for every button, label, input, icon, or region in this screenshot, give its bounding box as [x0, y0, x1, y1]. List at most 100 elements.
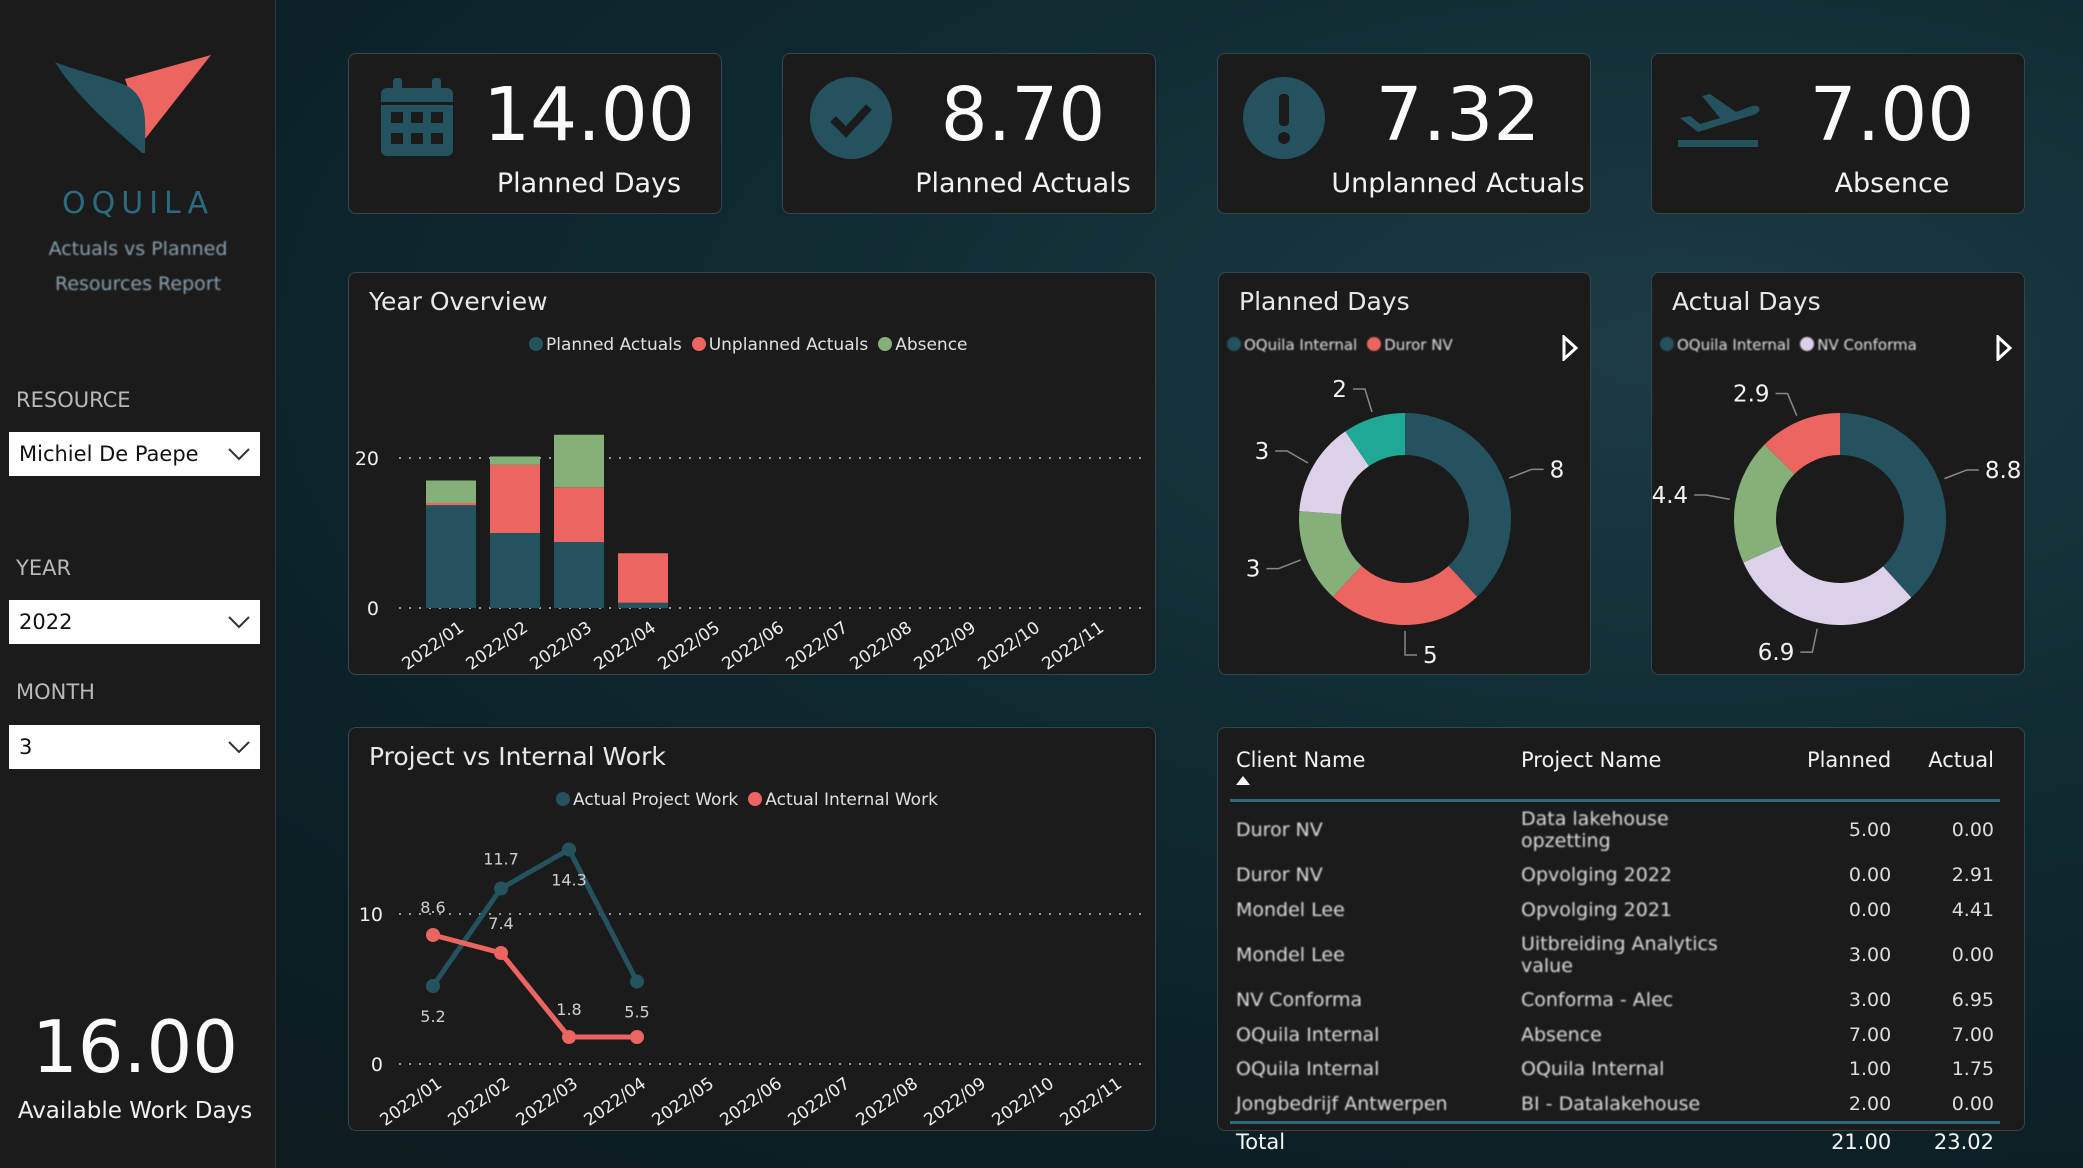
- project-name-cell: OQuila Internal: [1521, 1058, 1665, 1081]
- project-table: Client Name Project Name Planned Actual …: [1230, 736, 2000, 1160]
- table-row[interactable]: Jongbedrijf Antwerpen BI - Datalakehouse 2…: [1230, 1087, 2000, 1123]
- year-label: YEAR: [16, 556, 72, 580]
- total-planned: 21.00: [1770, 1120, 1898, 1160]
- year-value: 2022: [19, 610, 73, 634]
- bar-segment: [554, 487, 604, 542]
- kpi-card-planned-actuals: 8.70 Planned Actuals: [782, 53, 1156, 214]
- leader-line: [1404, 631, 1417, 656]
- x-tick-label: 2022/04: [591, 618, 660, 675]
- planned-cell: 2.00: [1848, 1092, 1892, 1115]
- x-tick-label: 2022/10: [975, 618, 1044, 675]
- table-row[interactable]: Mondel Lee Opvolging 2021 0.00 4.41: [1230, 893, 2000, 928]
- column-header-project[interactable]: Project Name: [1515, 736, 1770, 802]
- kpi-card-absence: 7.00 Absence: [1651, 53, 2025, 214]
- data-label: 3: [1246, 557, 1261, 583]
- planned-cell: 0.00: [1848, 864, 1892, 887]
- leader-line: [1352, 388, 1373, 413]
- project-name-cell: Conforma - Alec: [1521, 989, 1674, 1012]
- exclamation-circle-icon: [1243, 77, 1325, 159]
- y-tick-label: 20: [355, 448, 379, 470]
- kpi-label: Absence: [1834, 168, 1950, 199]
- project-name-cell: BI - Datalakehouse: [1521, 1092, 1701, 1115]
- leader-line: [1800, 628, 1818, 653]
- client-name-cell: Jongbedrijf Antwerpen: [1236, 1092, 1448, 1115]
- bar-segment: [490, 533, 540, 608]
- table-total-row: Total 21.00 23.02: [1230, 1120, 2000, 1160]
- donut-slice: [1405, 413, 1511, 597]
- leader-line: [1944, 469, 1979, 480]
- leader-line: [1775, 392, 1798, 416]
- leader-line: [1275, 450, 1309, 464]
- x-tick-label: 2022/07: [785, 1074, 854, 1131]
- column-header-planned[interactable]: Planned: [1770, 736, 1898, 802]
- client-name-cell: OQuila Internal: [1236, 1023, 1380, 1046]
- actual-cell: 6.95: [1951, 989, 1994, 1012]
- data-label: 8.8: [1985, 458, 2022, 484]
- x-tick-label: 2022/10: [989, 1074, 1058, 1131]
- kpi-value: 7.32: [1375, 72, 1541, 158]
- client-name-cell: OQuila Internal: [1236, 1058, 1380, 1081]
- x-tick-label: 2022/07: [783, 618, 852, 675]
- report-subtitle: Actuals vs Planned: [48, 238, 228, 260]
- sort-ascending-icon: [1236, 776, 1250, 785]
- table-row[interactable]: OQuila Internal Absence 7.00 7.00: [1230, 1018, 2000, 1053]
- donut-slice: [1332, 565, 1478, 625]
- donut-slice: [1840, 413, 1946, 598]
- data-point: [426, 928, 440, 942]
- table-row[interactable]: NV Conforma Conforma - Alec 3.00 6.95: [1230, 983, 2000, 1018]
- data-label: 5: [1423, 643, 1438, 669]
- kpi-label: Planned Days: [496, 168, 682, 199]
- year-overview-chart: 0202022/012022/022022/032022/042022/0520…: [355, 434, 1144, 675]
- month-dropdown[interactable]: 3: [9, 725, 260, 769]
- x-tick-label: 2022/09: [921, 1074, 990, 1131]
- report-subtitle-2: Resources Report: [54, 273, 222, 295]
- column-header-client[interactable]: Client Name: [1230, 736, 1515, 802]
- resource-dropdown[interactable]: Michiel De Paepe: [9, 432, 260, 476]
- column-header-actual[interactable]: Actual: [1897, 736, 2000, 802]
- x-tick-label: 2022/05: [655, 618, 724, 675]
- data-label: 2.9: [1733, 382, 1770, 408]
- check-circle-icon: [810, 77, 892, 159]
- x-tick-label: 2022/09: [911, 618, 980, 675]
- client-name-cell: Duror NV: [1236, 864, 1323, 887]
- total-actual: 23.02: [1897, 1120, 2000, 1160]
- series-line: [432, 932, 637, 1040]
- bar-segment: [490, 464, 540, 533]
- project-name-cell: Opvolging 2022: [1521, 864, 1672, 887]
- leader-line: [1266, 559, 1302, 570]
- y-tick-label: 10: [359, 904, 383, 926]
- data-label: 4.4: [1652, 483, 1688, 509]
- table-row[interactable]: Duror NV Opvolging 2022 0.00 2.91: [1230, 858, 2000, 893]
- data-label: 1.8: [556, 1000, 581, 1019]
- table-row[interactable]: OQuila Internal OQuila Internal 1.00 1.75: [1230, 1052, 2000, 1087]
- data-label: 14.3: [551, 871, 587, 890]
- bar-segment: [426, 480, 476, 503]
- x-tick-label: 2022/02: [463, 618, 532, 675]
- year-dropdown[interactable]: 2022: [9, 600, 260, 644]
- table-row[interactable]: Mondel Lee Uitbreiding Analytics value 3.0…: [1230, 927, 2000, 983]
- client-name-cell: Mondel Lee: [1236, 944, 1345, 966]
- data-label: 6.9: [1758, 640, 1795, 666]
- calendar-icon: [381, 78, 453, 156]
- data-point: [426, 979, 440, 993]
- x-tick-label: 2022/06: [719, 618, 788, 675]
- actual-cell: 2.91: [1951, 864, 1994, 887]
- leader-line: [1694, 494, 1730, 500]
- x-tick-label: 2022/05: [649, 1074, 718, 1131]
- chevron-down-icon: [228, 616, 250, 629]
- table-row[interactable]: Duror NV Data lakehouse opzetting 5.00 0.00: [1230, 801, 2000, 859]
- planned-cell: 5.00: [1848, 819, 1892, 841]
- data-point: [494, 881, 508, 896]
- data-label: 3: [1255, 439, 1270, 465]
- actual-cell: 0.00: [1951, 1092, 1994, 1115]
- bar-segment: [618, 602, 668, 608]
- available-work-days-value: 16.00: [31, 1005, 239, 1089]
- actual-cell: 4.41: [1951, 898, 1994, 921]
- available-work-days-label: Available Work Days: [17, 1098, 253, 1124]
- y-tick-label: 0: [371, 1054, 383, 1076]
- data-label: 5.2: [420, 1007, 445, 1026]
- x-tick-label: 2022/02: [445, 1074, 514, 1131]
- planned-cell: 7.00: [1848, 1023, 1892, 1046]
- resource-label: RESOURCE: [16, 388, 131, 412]
- planned-cell: 0.00: [1848, 898, 1892, 921]
